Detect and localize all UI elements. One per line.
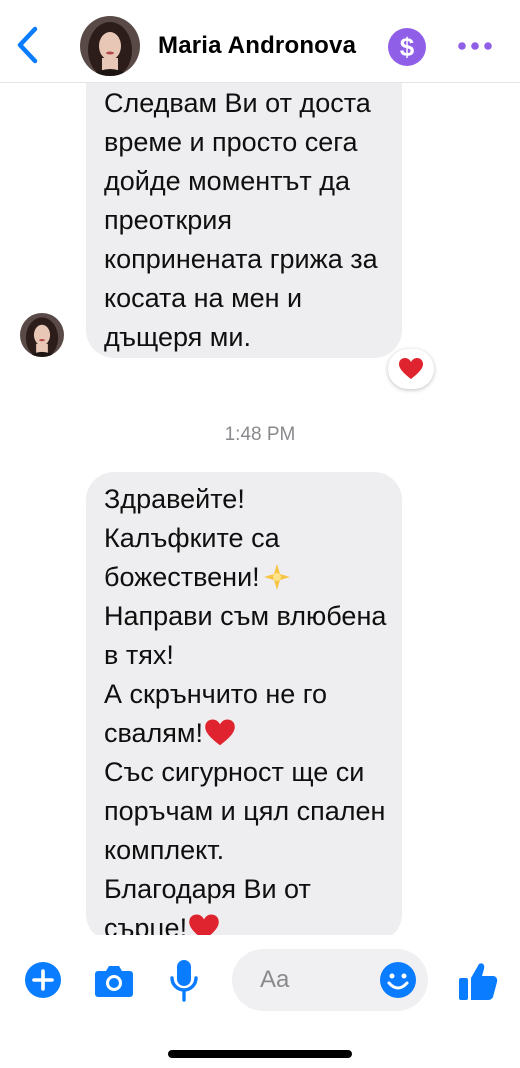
message-line: косата на мен и xyxy=(104,283,303,313)
plus-icon xyxy=(25,962,61,998)
heart-icon xyxy=(399,358,423,379)
message-bubble-received[interactable]: Здравейте! Калъфките са божествени! Напр… xyxy=(86,472,402,943)
back-button[interactable] xyxy=(10,22,44,68)
message-line: Здравейте! xyxy=(104,484,245,514)
message-text: божествени! xyxy=(104,562,260,592)
message-composer: Aa xyxy=(0,935,520,1068)
message-line: в тях! xyxy=(104,640,174,670)
chat-header: Maria Andronova $ xyxy=(0,0,520,83)
contact-name[interactable]: Maria Andronova xyxy=(158,32,356,60)
message-text: свалям! xyxy=(104,718,203,748)
message-line: дойде моментът да xyxy=(104,166,351,196)
home-indicator xyxy=(168,1050,352,1058)
message-line: Благодаря Ви от xyxy=(104,874,311,904)
message-line: А скрънчито не го xyxy=(104,679,328,709)
message-input[interactable]: Aa xyxy=(232,949,428,1011)
camera-button[interactable] xyxy=(94,961,134,999)
heart-emoji-icon xyxy=(205,719,235,746)
microphone-icon xyxy=(170,960,198,1002)
message-timestamp: 1:48 PM xyxy=(224,424,296,445)
message-line-with-emoji: свалям! xyxy=(104,714,384,753)
message-line: преоткрия xyxy=(104,205,232,235)
add-button[interactable] xyxy=(24,961,62,999)
message-line: комплект. xyxy=(104,835,225,865)
payment-badge-icon: $ xyxy=(388,28,426,66)
sender-avatar[interactable] xyxy=(20,313,64,357)
message-line: време и просто сега xyxy=(104,127,358,157)
message-line: копринената грижа за xyxy=(104,244,378,274)
message-line: Калъфките са xyxy=(104,523,280,553)
camera-icon xyxy=(95,966,133,997)
message-line: поръчам и цял спален xyxy=(104,796,386,826)
message-line: дъщеря ми. xyxy=(104,322,251,352)
chevron-left-icon xyxy=(17,26,38,64)
like-button[interactable] xyxy=(456,959,500,1003)
emoji-button[interactable] xyxy=(379,961,417,999)
message-line: Направи съм влюбена xyxy=(104,601,387,631)
contact-avatar[interactable] xyxy=(80,16,140,76)
ellipsis-icon xyxy=(458,42,492,50)
message-line-with-emoji: божествени! xyxy=(104,558,384,597)
heart-reaction[interactable] xyxy=(388,349,434,389)
more-options-button[interactable] xyxy=(448,26,502,66)
microphone-button[interactable] xyxy=(168,957,200,1003)
message-line: Със сигурност ще си xyxy=(104,757,365,787)
sparkle-star-icon xyxy=(263,564,290,590)
message-bubble-received[interactable]: Следвам Ви от доста време и просто сега … xyxy=(86,72,402,358)
message-input-placeholder: Aa xyxy=(260,966,290,993)
emoji-icon xyxy=(380,962,416,998)
message-line: Следвам Ви от доста xyxy=(104,88,371,118)
thumbs-up-icon xyxy=(459,963,498,1000)
